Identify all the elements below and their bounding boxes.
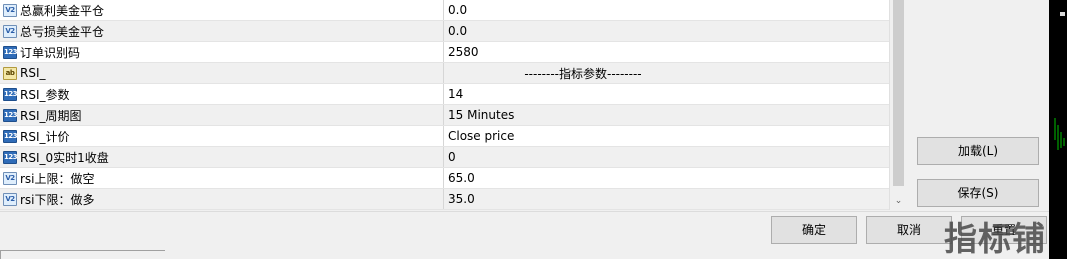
integer-value-icon: 123: [3, 150, 18, 164]
chart-candles-icon: [1054, 118, 1065, 150]
param-row[interactable]: 123 RSI_0实时1收盘 0: [0, 147, 889, 168]
param-value-cell[interactable]: 0.0: [448, 0, 467, 20]
integer-value-icon: 123: [3, 87, 18, 101]
parameters-grid: V2 总赢利美金平仓 0.0 V2 总亏损美金平仓 0.0 123 订单识别码 2580 ab RS…: [0, 0, 889, 210]
param-name-cell: 123 RSI_参数: [0, 84, 444, 104]
double-value-icon: V2: [3, 3, 17, 17]
param-row[interactable]: 123 RSI_参数 14: [0, 84, 889, 105]
param-name-cell: V2 总赢利美金平仓: [0, 0, 444, 20]
save-button[interactable]: 保存(S): [917, 179, 1039, 207]
param-name-label: 总赢利美金平仓: [20, 3, 105, 18]
vertical-scrollbar[interactable]: ⌄: [889, 0, 906, 210]
param-value-cell[interactable]: Close price: [448, 126, 514, 146]
double-value-icon: V2: [3, 171, 17, 185]
param-row[interactable]: V2 rsi上限：做空 65.0: [0, 168, 889, 189]
chart-background: [1049, 0, 1067, 259]
param-value-cell[interactable]: 15 Minutes: [448, 105, 514, 125]
param-row[interactable]: V2 rsi下限：做多 35.0: [0, 189, 889, 210]
param-name-cell: 123 订单识别码: [0, 42, 444, 62]
ok-button[interactable]: 确定: [771, 216, 857, 244]
double-value-icon: V2: [3, 192, 17, 206]
string-value-icon: ab: [3, 66, 17, 80]
param-name-cell: V2 rsi上限：做空: [0, 168, 444, 188]
param-name-label: RSI_周期图: [20, 108, 82, 123]
param-row[interactable]: ab RSI_ --------指标参数--------: [0, 63, 889, 84]
cancel-button[interactable]: 取消: [866, 216, 952, 244]
param-name-cell: ab RSI_: [0, 63, 444, 83]
param-name-label: RSI_计价: [20, 129, 70, 144]
integer-value-icon: 123: [3, 129, 18, 143]
param-row[interactable]: 123 订单识别码 2580: [0, 42, 889, 63]
param-name-label: RSI_参数: [20, 87, 70, 102]
param-name-label: 订单识别码: [20, 45, 81, 60]
param-name-cell: 123 RSI_0实时1收盘: [0, 147, 444, 167]
tab-edge: [0, 250, 165, 259]
param-name-label: 总亏损美金平仓: [20, 24, 105, 39]
param-value-cell[interactable]: --------指标参数--------: [448, 63, 718, 83]
scrollbar-thumb[interactable]: [893, 0, 904, 186]
param-name-cell: 123 RSI_周期图: [0, 105, 444, 125]
watermark-logo: 指标铺: [944, 219, 1046, 258]
double-value-icon: V2: [3, 24, 17, 38]
param-name-cell: V2 总亏损美金平仓: [0, 21, 444, 41]
integer-value-icon: 123: [3, 45, 18, 59]
param-value-cell[interactable]: 65.0: [448, 168, 475, 188]
param-row[interactable]: V2 总亏损美金平仓 0.0: [0, 21, 889, 42]
param-name-label: rsi上限：做空: [20, 171, 95, 186]
param-value-cell[interactable]: 2580: [448, 42, 479, 62]
integer-value-icon: 123: [3, 108, 18, 122]
param-value-cell[interactable]: 35.0: [448, 189, 475, 209]
param-value-cell[interactable]: 0.0: [448, 21, 467, 41]
param-name-label: RSI_0实时1收盘: [20, 150, 109, 165]
param-name-cell: V2 rsi下限：做多: [0, 189, 444, 209]
param-row[interactable]: V2 总赢利美金平仓 0.0: [0, 0, 889, 21]
scroll-down-arrow-icon[interactable]: ⌄: [890, 194, 907, 208]
load-button[interactable]: 加载(L): [917, 137, 1039, 165]
param-value-cell[interactable]: 0: [448, 147, 456, 167]
param-name-label: RSI_: [20, 66, 46, 80]
param-name-label: rsi下限：做多: [20, 192, 95, 207]
param-row[interactable]: 123 RSI_周期图 15 Minutes: [0, 105, 889, 126]
param-name-cell: 123 RSI_计价: [0, 126, 444, 146]
param-row[interactable]: 123 RSI_计价 Close price: [0, 126, 889, 147]
param-value-cell[interactable]: 14: [448, 84, 463, 104]
